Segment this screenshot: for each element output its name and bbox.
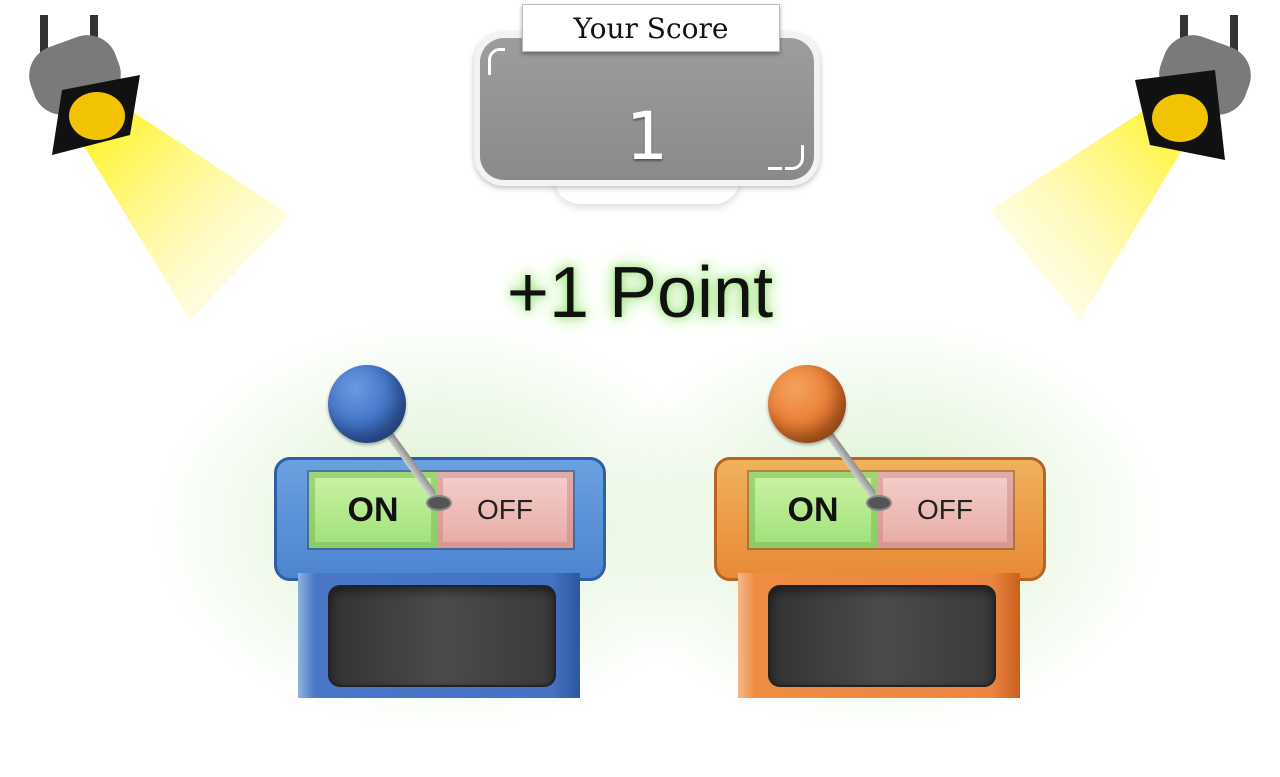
podium-base [298,573,580,698]
lever-pivot [426,495,452,511]
lever-knob[interactable] [768,365,846,443]
score-panel: 1 Your Score [474,4,820,204]
switch-off-label[interactable]: OFF [877,472,1013,548]
corner-decoration [488,48,505,75]
score-label: Your Score [522,4,780,52]
score-display: 1 [474,32,820,186]
switch-off-label[interactable]: OFF [437,472,573,548]
points-feedback: +1 Point [506,253,774,333]
podium-base [738,573,1020,698]
lever-knob[interactable] [328,365,406,443]
podium-screen [768,585,996,687]
switch-on-label[interactable]: ON [749,472,877,548]
switch-panel: ON OFF [714,457,1046,581]
podium-orange[interactable]: ON OFF [590,315,1170,735]
podium-blue[interactable]: ON OFF [150,315,730,735]
switch-on-label[interactable]: ON [309,472,437,548]
score-value: 1 [626,98,668,175]
podium-screen [328,585,556,687]
switch-panel: ON OFF [274,457,606,581]
lever-pivot [866,495,892,511]
